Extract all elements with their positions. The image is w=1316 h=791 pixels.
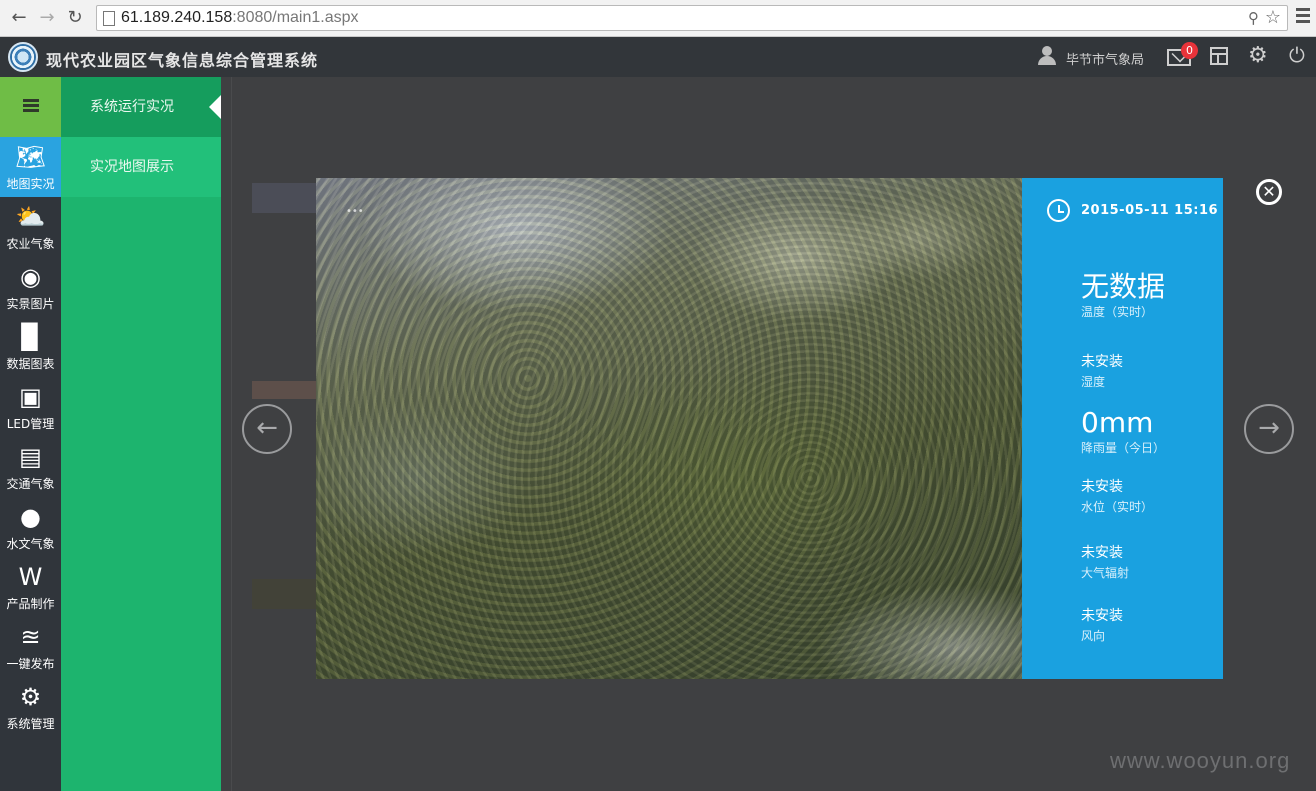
- wifi-icon: ≊: [20, 623, 41, 651]
- metric-value: 0mm: [1081, 406, 1154, 439]
- browser-menu-icon[interactable]: [1296, 8, 1310, 24]
- watermark: www.wooyun.org: [1110, 748, 1291, 773]
- power-icon[interactable]: ⏻: [1289, 43, 1305, 67]
- live-camera-photo: •••: [316, 178, 1022, 679]
- icon-sidebar: 🗺 地图实况 ⛅ 农业气象 ◉ 实景图片 ▉ 数据图表 ▣ LED管理 ▤ 交通…: [0, 77, 61, 791]
- sidebar-item-label: 数据图表: [6, 357, 55, 371]
- close-icon[interactable]: ✕: [1256, 179, 1282, 205]
- metric-radiation: 未安装 大气辐射: [1081, 543, 1129, 581]
- gear-icon: ⚙: [19, 683, 42, 711]
- previous-arrow-icon[interactable]: ←: [242, 404, 292, 454]
- metric-value: 未安装: [1081, 479, 1123, 495]
- sub-menu: 系统运行实况 实况地图展示: [61, 77, 221, 791]
- sidebar-item-label: 产品制作: [6, 597, 55, 611]
- metric-value: 未安装: [1081, 545, 1123, 561]
- mail-count-badge: 0: [1181, 42, 1198, 59]
- next-arrow-icon[interactable]: →: [1244, 404, 1294, 454]
- weather-info-panel: 2015-05-11 15:16 无数据 温度（实时） 未安装 湿度 0mm 降…: [1022, 178, 1223, 679]
- sidebar-item-label: 交通气象: [6, 477, 55, 491]
- sidebar-item-photos[interactable]: ◉ 实景图片: [0, 257, 61, 317]
- metric-caption: 大气辐射: [1081, 566, 1130, 580]
- browser-chrome: ← → ↻ 61.189.240.158:8080/main1.aspx ⚲ ☆: [0, 0, 1316, 37]
- url-text: 61.189.240.158:8080/main1.aspx: [121, 9, 359, 27]
- sidebar-item-products[interactable]: W 产品制作: [0, 557, 61, 617]
- submenu-item-map-display[interactable]: 实况地图展示: [61, 137, 221, 197]
- bar-chart-icon: ▉: [21, 323, 40, 351]
- sidebar-item-charts[interactable]: ▉ 数据图表: [0, 317, 61, 377]
- sidebar-item-label: 一键发布: [6, 657, 55, 671]
- list-grid-icon: [23, 99, 39, 113]
- train-icon: ▤: [19, 443, 42, 471]
- divider: [231, 77, 232, 791]
- metric-rainfall: 0mm 降雨量（今日）: [1081, 408, 1165, 456]
- map-icon: 🗺: [15, 143, 46, 171]
- url-path: :8080/main1.aspx: [232, 9, 359, 26]
- drop-icon: ●: [20, 503, 41, 531]
- user-name[interactable]: 毕节市气象局: [1066, 49, 1144, 68]
- metric-temperature: 无数据 温度（实时）: [1081, 272, 1165, 320]
- settings-gear-icon[interactable]: ⚙: [1248, 43, 1268, 68]
- metric-water-level: 未安装 水位（实时）: [1081, 477, 1153, 515]
- metric-value: 未安装: [1081, 608, 1123, 624]
- sidebar-item-label: 水文气象: [6, 537, 55, 551]
- sidebar-item-map[interactable]: 🗺 地图实况: [0, 137, 61, 197]
- word-icon: W: [18, 563, 43, 591]
- thumbnail-image[interactable]: [252, 381, 322, 399]
- thumbnail-image[interactable]: [252, 183, 322, 213]
- metric-caption: 温度（实时）: [1081, 305, 1154, 319]
- metric-caption: 湿度: [1081, 375, 1106, 389]
- back-arrow-icon[interactable]: ←: [8, 7, 30, 29]
- sidebar-item-label: 农业气象: [6, 237, 55, 251]
- layout-icon[interactable]: [1210, 47, 1228, 65]
- clock-icon: [1047, 199, 1070, 222]
- sidebar-item-agri-weather[interactable]: ⛅ 农业气象: [0, 197, 61, 257]
- sidebar-item-label: 地图实况: [6, 177, 55, 191]
- sidebar-item-system[interactable]: ⚙ 系统管理: [0, 677, 61, 737]
- metric-caption: 降雨量（今日）: [1081, 441, 1166, 455]
- address-bar[interactable]: 61.189.240.158:8080/main1.aspx ⚲ ☆: [96, 5, 1288, 31]
- photo-overlay-mark: •••: [346, 206, 364, 217]
- metric-wind-direction: 未安装 风向: [1081, 606, 1123, 644]
- sidebar-item-hydro[interactable]: ● 水文气象: [0, 497, 61, 557]
- forward-arrow-icon[interactable]: →: [36, 7, 58, 29]
- thumbnail-image[interactable]: [252, 579, 322, 609]
- metric-caption: 水位（实时）: [1081, 500, 1154, 514]
- key-icon[interactable]: ⚲: [1248, 9, 1259, 27]
- app-header: 现代农业园区气象信息综合管理系统 毕节市气象局 0 ⚙ ⏻: [0, 37, 1316, 77]
- sidebar-item-publish[interactable]: ≊ 一键发布: [0, 617, 61, 677]
- user-icon[interactable]: [1037, 46, 1057, 66]
- metric-value: 无数据: [1081, 270, 1166, 303]
- logo-icon: [8, 42, 38, 72]
- url-host: 61.189.240.158: [121, 9, 233, 26]
- bookmark-star-icon[interactable]: ☆: [1265, 7, 1281, 28]
- sidebar-item-led[interactable]: ▣ LED管理: [0, 377, 61, 437]
- capture-datetime: 2015-05-11 15:16: [1081, 203, 1219, 218]
- metric-humidity: 未安装 湿度: [1081, 352, 1123, 390]
- weather-icon: ⛅: [15, 203, 46, 231]
- app-title: 现代农业园区气象信息综合管理系统: [46, 51, 319, 70]
- submenu-item-system-status[interactable]: 系统运行实况: [61, 77, 221, 137]
- sidebar-item-traffic[interactable]: ▤ 交通气象: [0, 437, 61, 497]
- metric-caption: 风向: [1081, 629, 1106, 643]
- metric-value: 未安装: [1081, 354, 1123, 370]
- page-icon: [103, 11, 115, 26]
- camera-icon: ◉: [20, 263, 41, 291]
- reload-icon[interactable]: ↻: [64, 7, 86, 29]
- sidebar-item-label: 系统管理: [6, 717, 55, 731]
- sidebar-item-label: 实景图片: [6, 297, 55, 311]
- monitor-icon: ▣: [19, 383, 42, 411]
- menu-toggle-button[interactable]: [0, 77, 61, 137]
- sidebar-item-label: LED管理: [6, 417, 55, 431]
